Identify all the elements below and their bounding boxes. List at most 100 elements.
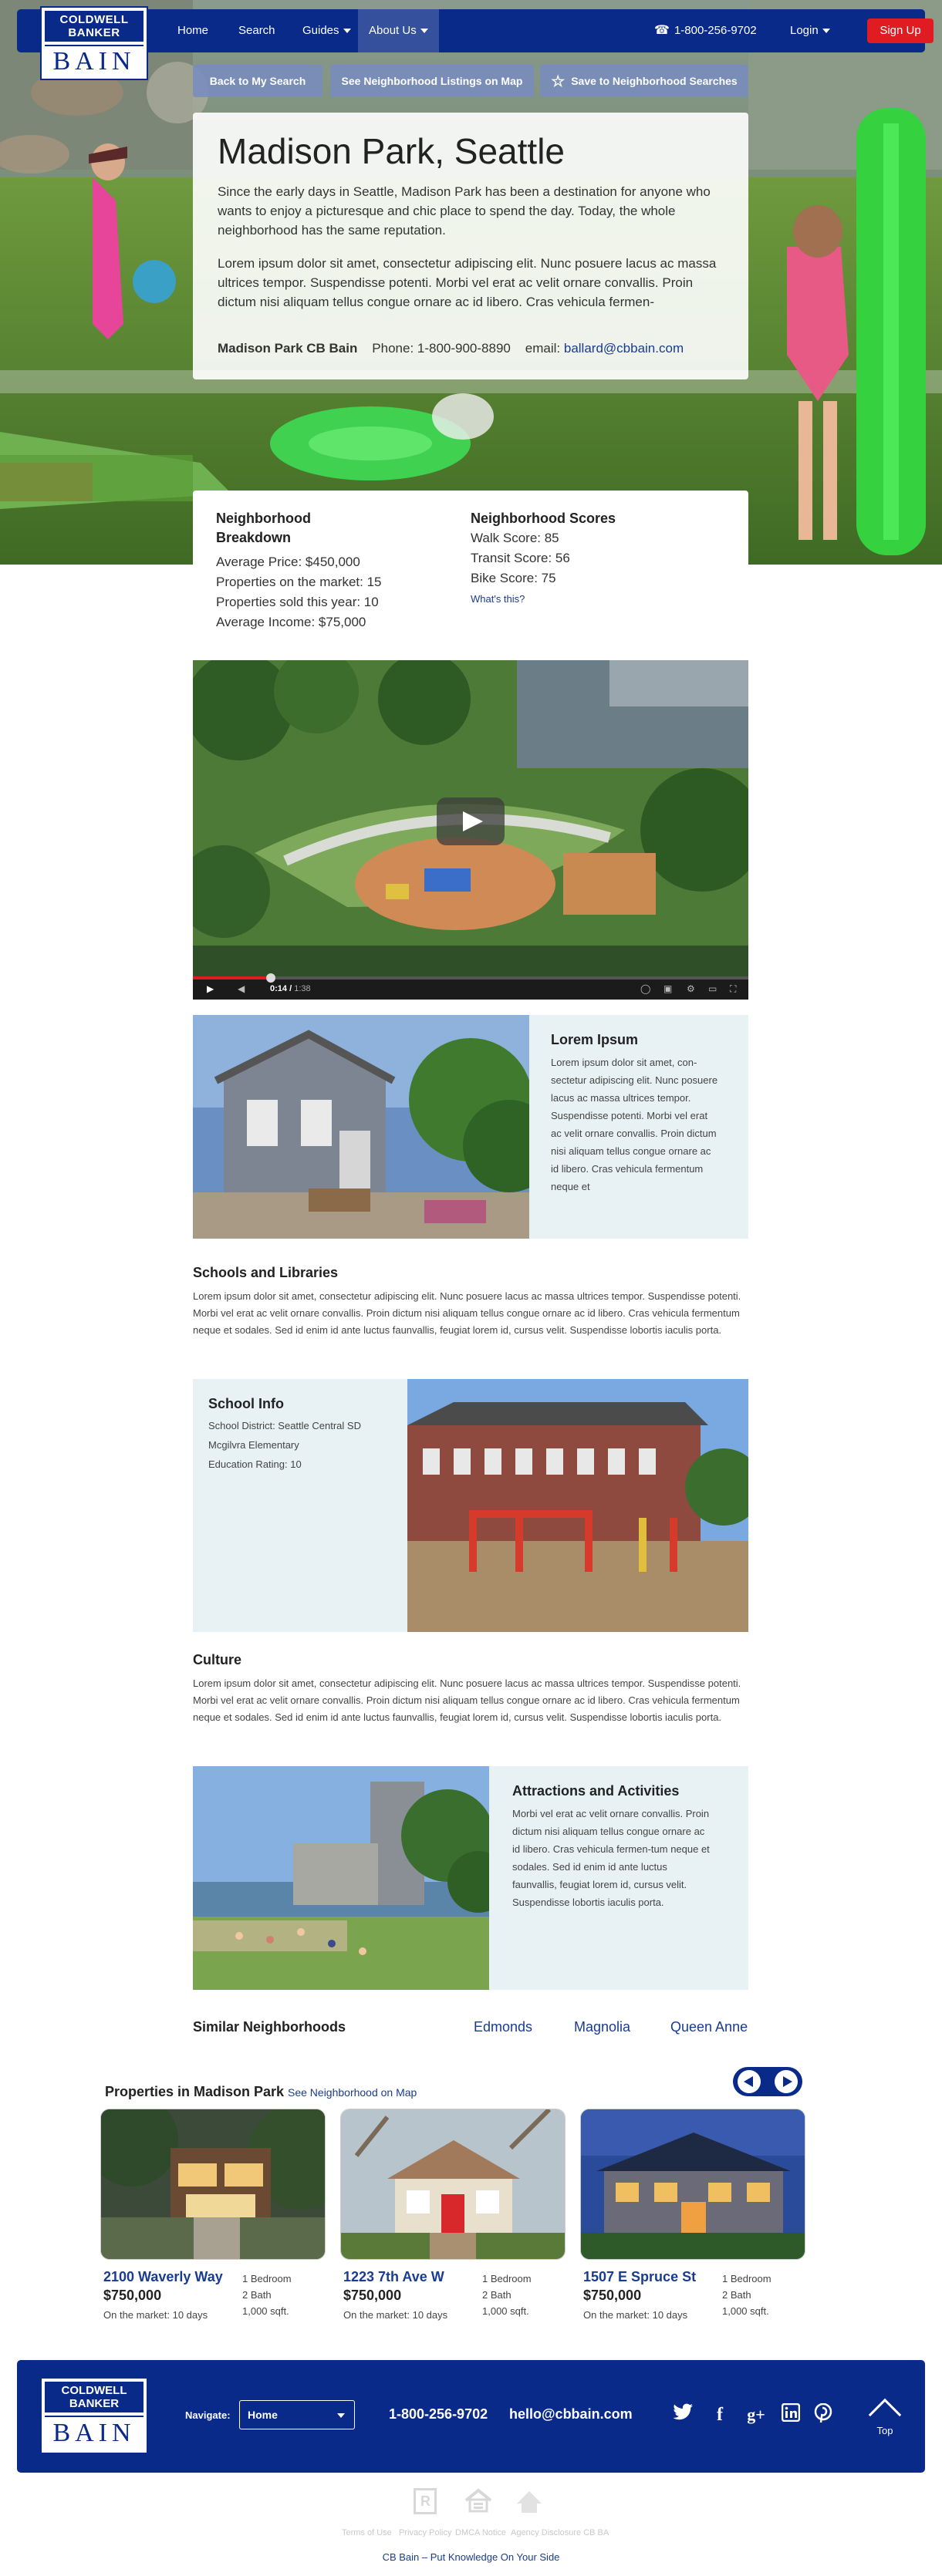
nav-login[interactable]: Login bbox=[790, 9, 830, 52]
video-progress-bar[interactable] bbox=[193, 976, 748, 979]
property-card[interactable]: 1223 7th Ave W $750,000 On the market: 1… bbox=[340, 2109, 566, 2321]
property-specs: 1 Bedroom 2 Bath 1,000 sqft. bbox=[242, 2271, 292, 2319]
top-navigation: Home Search Guides About Us ☎ 1-800-256-9… bbox=[17, 9, 934, 52]
property-photo bbox=[580, 2109, 805, 2260]
school-info-panel: School Info School District: Seattle Cen… bbox=[193, 1379, 748, 1632]
contact-email-label: email: bbox=[525, 341, 561, 356]
arrow-left-icon[interactable] bbox=[738, 2070, 761, 2093]
footer-logo-bottom-text: BAIN bbox=[45, 2416, 143, 2450]
nav-guides[interactable]: Guides bbox=[302, 9, 351, 52]
star-icon: ☆ bbox=[551, 73, 566, 91]
intro-paragraph: Since the early days in Seattle, Madison… bbox=[218, 184, 711, 238]
facebook-icon[interactable]: f bbox=[708, 2403, 731, 2426]
dmca-notice-link[interactable]: DMCA Notice bbox=[455, 2528, 506, 2537]
nav-about-us[interactable]: About Us bbox=[358, 9, 439, 52]
beach-photo bbox=[193, 1766, 489, 1990]
chevron-down-icon bbox=[343, 29, 351, 34]
culture-body: Lorem ipsum dolor sit amet, consectetur … bbox=[193, 1677, 741, 1723]
property-specs: 1 Bedroom 2 Bath 1,000 sqft. bbox=[722, 2271, 771, 2319]
save-to-searches-button[interactable]: ☆ Save to Neighborhood Searches bbox=[540, 65, 748, 97]
video-current-time: 0:14 bbox=[270, 984, 288, 993]
navigate-label: Navigate: bbox=[185, 2409, 231, 2421]
chevron-down-icon bbox=[337, 2413, 345, 2418]
contact-email-link[interactable]: ballard@cbbain.com bbox=[564, 341, 684, 356]
terms-of-use-link[interactable]: Terms of Use bbox=[342, 2528, 392, 2537]
properties-sold: Properties sold this year: 10 bbox=[216, 595, 379, 609]
property-card[interactable]: 2100 Waverly Way $750,000 On the market:… bbox=[100, 2109, 326, 2321]
similar-link-edmonds[interactable]: Edmonds bbox=[474, 2019, 532, 2035]
neighborhood-video[interactable]: ▶ ◀ 0:14 / 1:38 ◯ ▣ ⚙ ▭ ⛶ bbox=[193, 660, 748, 1000]
twitter-icon[interactable] bbox=[671, 2403, 694, 2426]
school-info-text: School Info School District: Seattle Cen… bbox=[208, 1394, 386, 1474]
breakdown-title: Neighborhood Breakdown bbox=[216, 511, 311, 545]
equal-housing-icon bbox=[463, 2488, 494, 2514]
video-time: 0:14 / 1:38 bbox=[270, 984, 311, 993]
play-button[interactable] bbox=[437, 797, 505, 845]
attractions-body: Morbi vel erat ac velit ornare convallis… bbox=[512, 1808, 710, 1908]
property-baths: 2 Bath bbox=[482, 2289, 512, 2301]
property-bedrooms: 1 Bedroom bbox=[482, 2273, 532, 2284]
property-address[interactable]: 1507 E Spruce St bbox=[583, 2269, 696, 2285]
pinterest-icon[interactable] bbox=[812, 2402, 835, 2426]
footer-logo-top-text: COLDWELL BANKER bbox=[45, 2382, 143, 2412]
arrow-right-icon[interactable] bbox=[775, 2070, 798, 2093]
sign-up-button[interactable]: Sign Up bbox=[867, 19, 934, 43]
back-to-my-search-button[interactable]: Back to My Search bbox=[193, 65, 322, 97]
property-baths: 2 Bath bbox=[722, 2289, 751, 2301]
schools-body: Lorem ipsum dolor sit amet, consectetur … bbox=[193, 1290, 741, 1336]
similar-link-queen-anne[interactable]: Queen Anne bbox=[670, 2019, 748, 2035]
property-card[interactable]: 1507 E Spruce St $750,000 On the market:… bbox=[580, 2109, 805, 2321]
whats-this-link[interactable]: What's this? bbox=[471, 593, 702, 605]
back-to-top-button[interactable]: Top bbox=[866, 2396, 904, 2436]
property-sqft: 1,000 sqft. bbox=[482, 2305, 529, 2317]
video-total-time: 1:38 bbox=[294, 984, 311, 993]
similar-link-magnolia[interactable]: Magnolia bbox=[574, 2019, 630, 2035]
agency-disclosure-link[interactable]: Agency Disclosure CB BA bbox=[511, 2528, 609, 2537]
contact-row: Madison Park CB Bain Phone: 1-800-900-88… bbox=[218, 341, 684, 356]
mls-icon bbox=[514, 2488, 545, 2519]
nav-home-label: Home bbox=[177, 24, 209, 37]
watch-later-icon[interactable]: ◯ bbox=[640, 984, 650, 993]
navigate-select[interactable]: Home bbox=[239, 2400, 355, 2429]
nav-home[interactable]: Home bbox=[177, 9, 208, 52]
scores-title: Neighborhood Scores bbox=[471, 511, 616, 526]
see-neighborhood-on-map-link[interactable]: See Neighborhood on Map bbox=[288, 2086, 417, 2099]
property-sqft: 1,000 sqft. bbox=[722, 2305, 769, 2317]
similar-neighborhoods-title: Similar Neighborhoods bbox=[193, 2019, 346, 2035]
school-district: School District: Seattle Central SD bbox=[208, 1420, 361, 1431]
play-icon[interactable]: ▶ bbox=[207, 984, 214, 993]
google-plus-icon[interactable]: g+ bbox=[741, 2403, 771, 2426]
captions-icon[interactable]: ▣ bbox=[663, 984, 672, 993]
average-price: Average Price: $450,000 bbox=[216, 555, 360, 569]
nav-phone-number: 1-800-256-9702 bbox=[674, 24, 757, 37]
lorem-ipsum-panel: Lorem Ipsum Lorem ipsum dolor sit amet, … bbox=[193, 1015, 748, 1239]
property-photo bbox=[100, 2109, 326, 2260]
property-address[interactable]: 2100 Waverly Way bbox=[103, 2269, 223, 2285]
footer-phone[interactable]: 1-800-256-9702 bbox=[389, 2406, 488, 2423]
theater-mode-icon[interactable]: ▭ bbox=[708, 984, 717, 993]
property-address[interactable]: 1223 7th Ave W bbox=[343, 2269, 444, 2285]
average-income: Average Income: $75,000 bbox=[216, 615, 366, 629]
see-listings-on-map-button[interactable]: See Neighborhood Listings on Map bbox=[330, 65, 534, 97]
footer-logo[interactable]: COLDWELL BANKER BAIN bbox=[40, 2377, 148, 2454]
settings-gear-icon[interactable]: ⚙ bbox=[687, 984, 695, 993]
property-days-on-market: On the market: 10 days bbox=[103, 2309, 208, 2321]
page-title: Madison Park, Seattle bbox=[218, 131, 566, 171]
nav-guides-label: Guides bbox=[302, 24, 339, 37]
school-photo bbox=[407, 1379, 748, 1632]
bike-score: Bike Score: 75 bbox=[471, 571, 556, 585]
properties-title: Properties in Madison Park bbox=[105, 2084, 285, 2099]
footer-email[interactable]: hello@cbbain.com bbox=[509, 2406, 633, 2423]
volume-icon[interactable]: ◀ bbox=[238, 984, 245, 993]
video-scrub-handle[interactable] bbox=[265, 973, 275, 983]
contact-phone[interactable]: Phone: 1-800-900-8890 bbox=[372, 341, 511, 356]
fullscreen-icon[interactable]: ⛶ bbox=[730, 984, 736, 993]
privacy-policy-link[interactable]: Privacy Policy bbox=[399, 2528, 451, 2537]
coldwell-banker-bain-logo[interactable]: COLDWELL BANKER BAIN bbox=[40, 6, 148, 80]
nav-search-label: Search bbox=[238, 24, 275, 37]
linkedin-icon[interactable] bbox=[779, 2402, 802, 2426]
nav-phone[interactable]: ☎ 1-800-256-9702 bbox=[654, 9, 757, 52]
phone-icon: ☎ bbox=[654, 24, 670, 37]
property-price: $750,000 bbox=[583, 2288, 642, 2303]
nav-search[interactable]: Search bbox=[238, 9, 275, 52]
